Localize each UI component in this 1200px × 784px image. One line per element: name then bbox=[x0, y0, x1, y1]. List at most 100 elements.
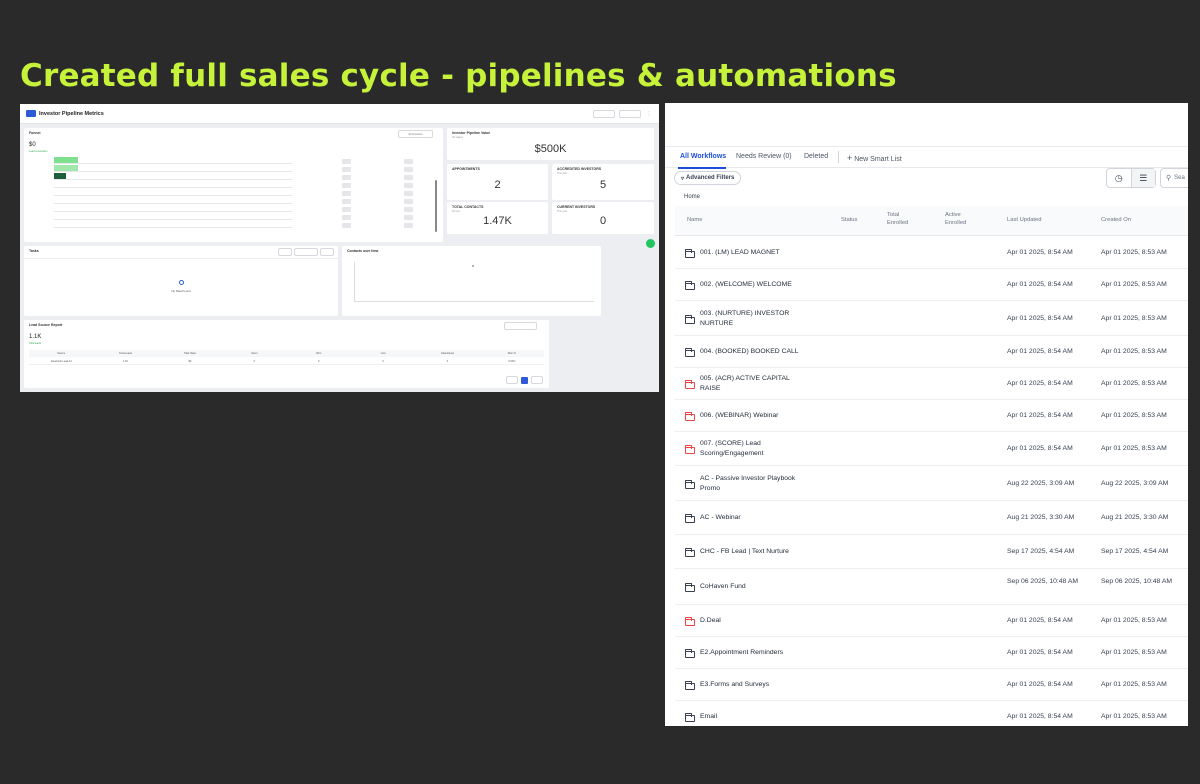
more-icon[interactable]: ⋮ bbox=[645, 110, 653, 118]
total-contacts-card: TOTAL CONTACTS All time 1.47K bbox=[447, 202, 548, 234]
workflow-name[interactable]: D.Deal bbox=[700, 616, 810, 626]
search-icon: ⚲ bbox=[1166, 175, 1172, 182]
last-updated: Apr 01 2025, 8:54 AM bbox=[1007, 348, 1073, 355]
workflows-screenshot: All Workflows Needs Review (0) Deleted +… bbox=[665, 103, 1188, 726]
workflow-name[interactable]: 006. (WEBINAR) Webinar bbox=[700, 411, 810, 421]
table-row[interactable]: 006. (WEBINAR) Webinar Apr 01 2025, 8:54 … bbox=[675, 400, 1188, 432]
table-row[interactable]: 001. (LM) LEAD MAGNET Apr 01 2025, 8:54 A… bbox=[675, 237, 1188, 269]
dashboard-menu-button[interactable] bbox=[619, 109, 641, 118]
list-view-button[interactable]: ☰ bbox=[1130, 169, 1155, 187]
page-1-button[interactable] bbox=[521, 376, 528, 384]
table-row[interactable]: Email Apr 01 2025, 8:54 AM Apr 01 2025, 8:… bbox=[675, 701, 1188, 726]
workflow-name-cell: 007. (SCORE) Lead Scoring/Engagement bbox=[685, 432, 810, 466]
pipeline-value-title: Investor Pipeline Value bbox=[452, 131, 491, 135]
created-on: Apr 01 2025, 8:53 AM bbox=[1101, 249, 1167, 256]
lead-source-title: Lead Source Report bbox=[29, 323, 63, 327]
dashboard-screenshot: Investor Pipeline Metrics ⋮ Funnel All I… bbox=[20, 104, 659, 392]
no-data-icon bbox=[179, 280, 184, 285]
workflow-name[interactable]: CHC - FB Lead | Text Nurture bbox=[700, 547, 810, 557]
workflow-name[interactable]: 007. (SCORE) Lead Scoring/Engagement bbox=[700, 439, 810, 459]
table-row[interactable]: D.Deal Apr 01 2025, 8:54 AM Apr 01 2025, 8… bbox=[675, 605, 1188, 637]
table-row[interactable]: Facebook Lead Ad 1.1K $0 0 0 0 0 0.00% bbox=[29, 358, 544, 365]
advanced-filters-button[interactable]: ▿ Advanced Filters bbox=[674, 171, 742, 185]
active-tab-indicator bbox=[678, 167, 726, 169]
created-on: Apr 01 2025, 8:53 AM bbox=[1101, 617, 1167, 624]
new-smart-list-button[interactable]: + New Smart List bbox=[847, 153, 902, 163]
prev-page-button[interactable] bbox=[506, 376, 518, 384]
workflow-name[interactable]: AC - Webinar bbox=[700, 513, 810, 523]
last-updated: Apr 01 2025, 8:54 AM bbox=[1007, 314, 1073, 322]
pipeline-value: $500K bbox=[534, 143, 567, 155]
table-row[interactable]: 007. (SCORE) Lead Scoring/Engagement Apr … bbox=[675, 432, 1188, 466]
tasks-filter-button[interactable] bbox=[278, 248, 292, 256]
workflow-name-cell: CHC - FB Lead | Text Nurture bbox=[685, 535, 810, 569]
workflow-name-cell: D.Deal bbox=[685, 605, 810, 637]
created-on: Apr 01 2025, 8:53 AM bbox=[1101, 445, 1167, 452]
workflow-name[interactable]: E2.Appointment Reminders bbox=[700, 648, 810, 658]
chart-point bbox=[472, 265, 474, 267]
last-updated: Apr 01 2025, 8:54 AM bbox=[1007, 713, 1073, 720]
table-row[interactable]: 004. (BOOKED) BOOKED CALL Apr 01 2025, 8:… bbox=[675, 336, 1188, 368]
tab-needs-review[interactable]: Needs Review (0) bbox=[736, 153, 792, 160]
lead-source-table-header: Source Total Leads Total Value Open Won … bbox=[29, 350, 544, 357]
created-on: Aug 22 2025, 3:09 AM bbox=[1101, 479, 1169, 487]
table-row[interactable]: AC - Passive Investor Playbook Promo Aug … bbox=[675, 466, 1188, 501]
folder-icon bbox=[685, 514, 695, 523]
table-row[interactable]: CoHaven Fund Sep 06 2025, 10:48 AM Sep 06 … bbox=[675, 569, 1188, 605]
clock-view-button[interactable]: ◷ bbox=[1107, 169, 1131, 187]
next-page-button[interactable] bbox=[531, 376, 543, 384]
last-updated: Apr 01 2025, 8:54 AM bbox=[1007, 649, 1073, 656]
workflow-name[interactable]: 005. (ACR) ACTIVE CAPITAL RAISE bbox=[700, 374, 810, 394]
tab-all-workflows[interactable]: All Workflows bbox=[680, 153, 726, 160]
table-row[interactable]: CHC - FB Lead | Text Nurture Sep 17 2025,… bbox=[675, 535, 1188, 569]
last-updated: Apr 01 2025, 8:54 AM bbox=[1007, 412, 1073, 419]
view-toggle: ◷ ☰ bbox=[1106, 168, 1156, 188]
workflow-name[interactable]: 003. (NURTURE) INVESTOR NURTURE bbox=[700, 309, 810, 329]
workflow-name[interactable]: AC - Passive Investor Playbook Promo bbox=[700, 474, 810, 494]
appointments-title: APPOINTMENTS bbox=[452, 167, 480, 171]
created-on: Sep 17 2025, 4:54 AM bbox=[1101, 548, 1169, 555]
tasks-date-button[interactable] bbox=[294, 248, 318, 256]
funnel-filter-select[interactable]: All Investors bbox=[398, 130, 433, 138]
folder-red-icon bbox=[685, 412, 695, 421]
chart-y-axis bbox=[354, 262, 355, 302]
table-row[interactable]: AC - Webinar Aug 21 2025, 3:30 AM Aug 21 2… bbox=[675, 501, 1188, 535]
workflow-tabs: All Workflows Needs Review (0) Deleted +… bbox=[665, 146, 1188, 169]
folder-icon bbox=[685, 713, 695, 722]
lead-source-filter[interactable] bbox=[504, 322, 537, 330]
workflow-name[interactable]: 002. (WELCOME) WELCOME bbox=[700, 280, 810, 290]
folder-icon bbox=[685, 548, 695, 557]
last-updated: Apr 01 2025, 8:54 AM bbox=[1007, 281, 1073, 288]
workflow-name[interactable]: E3.Forms and Surveys bbox=[700, 680, 810, 690]
tab-deleted[interactable]: Deleted bbox=[804, 153, 828, 160]
clock-icon: ◷ bbox=[1114, 172, 1123, 183]
workflow-name-cell: 002. (WELCOME) WELCOME bbox=[685, 269, 810, 301]
workflow-name[interactable]: Email bbox=[700, 712, 810, 722]
workflow-name[interactable]: 004. (BOOKED) BOOKED CALL bbox=[700, 347, 810, 357]
table-row[interactable]: 003. (NURTURE) INVESTOR NURTURE Apr 01 20… bbox=[675, 301, 1188, 336]
table-row[interactable]: 005. (ACR) ACTIVE CAPITAL RAISE Apr 01 20… bbox=[675, 368, 1188, 400]
folder-icon bbox=[685, 479, 695, 489]
tasks-more-button[interactable] bbox=[320, 248, 334, 256]
table-row[interactable]: E2.Appointment Reminders Apr 01 2025, 8:5… bbox=[675, 637, 1188, 669]
date-range-button[interactable] bbox=[593, 109, 615, 118]
table-row[interactable]: 002. (WELCOME) WELCOME Apr 01 2025, 8:54 … bbox=[675, 269, 1188, 301]
dashboard-logo-icon bbox=[26, 110, 36, 117]
lead-source-sub: Total leads bbox=[29, 342, 41, 345]
appointments-value: 2 bbox=[494, 179, 501, 191]
created-on: Apr 01 2025, 8:53 AM bbox=[1101, 281, 1167, 288]
last-updated: Apr 01 2025, 8:54 AM bbox=[1007, 617, 1073, 624]
last-updated: Apr 01 2025, 8:54 AM bbox=[1007, 681, 1073, 688]
folder-icon bbox=[685, 249, 695, 258]
workflow-name[interactable]: 001. (LM) LEAD MAGNET bbox=[700, 248, 810, 258]
folder-red-icon bbox=[685, 445, 695, 454]
workflow-name-cell: 003. (NURTURE) INVESTOR NURTURE bbox=[685, 301, 810, 336]
pagination bbox=[506, 376, 543, 384]
breadcrumb[interactable]: Home bbox=[684, 194, 700, 200]
folder-red-icon bbox=[685, 380, 695, 389]
table-row[interactable]: E3.Forms and Surveys Apr 01 2025, 8:54 AM… bbox=[675, 669, 1188, 701]
accredited-value: 5 bbox=[599, 179, 607, 191]
search-input[interactable]: ⚲ Sea bbox=[1160, 168, 1188, 188]
workflow-name[interactable]: CoHaven Fund bbox=[700, 582, 810, 592]
funnel-scrollbar[interactable] bbox=[435, 180, 437, 232]
